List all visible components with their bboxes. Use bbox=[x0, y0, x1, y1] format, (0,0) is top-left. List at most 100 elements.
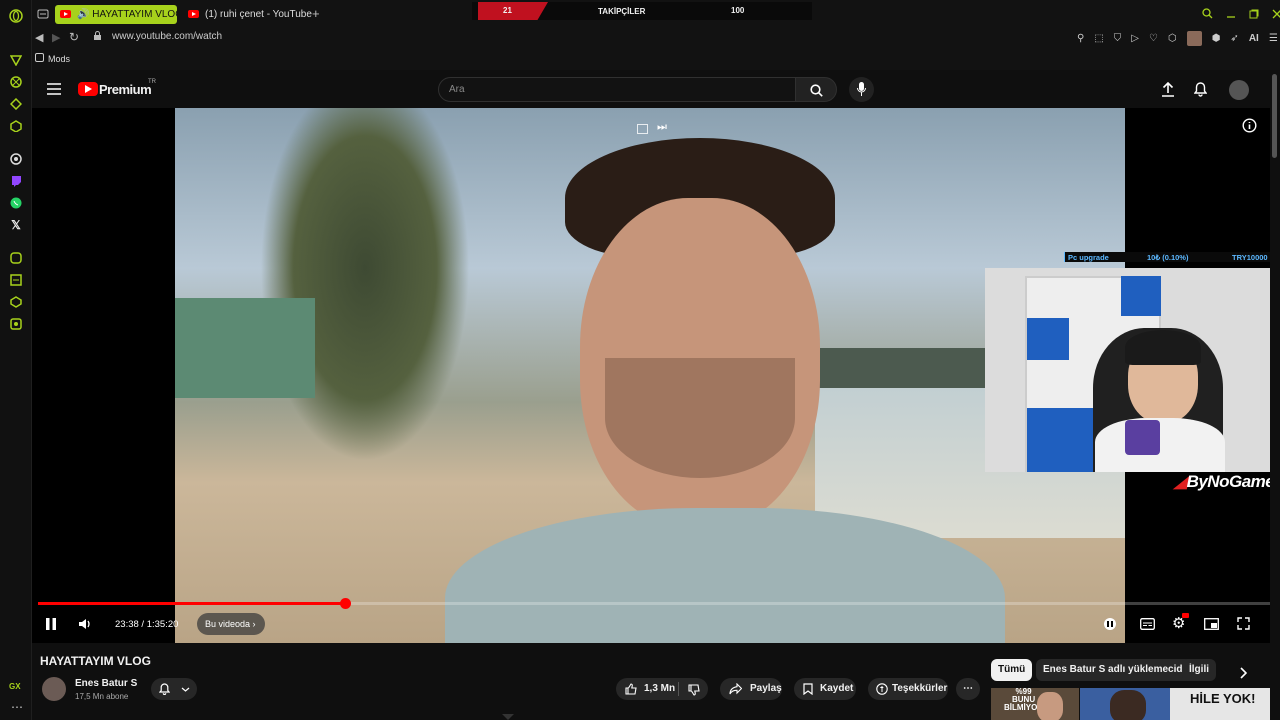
miniplayer-icon[interactable] bbox=[637, 124, 648, 134]
vpn-icon[interactable]: ⬢ bbox=[1212, 33, 1221, 44]
page-scrollbar[interactable] bbox=[1270, 70, 1280, 720]
streamer-shirt bbox=[1095, 418, 1225, 472]
share-icon bbox=[729, 683, 742, 695]
fullscreen-icon[interactable] bbox=[1237, 617, 1250, 630]
like-count: 1,3 Mn bbox=[644, 683, 676, 694]
forward-icon[interactable]: ▶ bbox=[52, 31, 60, 44]
whatsapp-icon[interactable] bbox=[8, 195, 24, 211]
goal-target: TRY10000 bbox=[1232, 253, 1268, 262]
logo-text[interactable]: Premium bbox=[99, 82, 152, 97]
tab-active[interactable]: 🔊 HAYATTAYIM VLOG - bbox=[55, 5, 177, 24]
recommended-thumbnail[interactable]: HİLE YOK! bbox=[1170, 688, 1280, 720]
hexagon-icon[interactable] bbox=[8, 118, 24, 134]
search-button[interactable] bbox=[795, 77, 837, 102]
gx-cleaner-icon[interactable] bbox=[8, 96, 24, 112]
youtube-logo-icon[interactable] bbox=[78, 82, 98, 96]
gx-corner-icon[interactable] bbox=[8, 74, 24, 90]
search-box[interactable]: Ara bbox=[438, 77, 796, 102]
cube-icon[interactable]: ⬡ bbox=[1168, 33, 1177, 44]
goal-progress-text: 10₺ (0.10%) bbox=[1147, 253, 1189, 262]
tab-label: (1) ruhi çenet - YouTube bbox=[205, 9, 312, 20]
shelf-box bbox=[1027, 318, 1069, 360]
reload-icon[interactable]: ↻ bbox=[69, 30, 79, 44]
subtitles-icon[interactable] bbox=[1140, 618, 1155, 630]
divider bbox=[678, 682, 679, 696]
like-button[interactable]: 1,3 Mn bbox=[616, 678, 676, 700]
bookmark-mods[interactable]: Mods bbox=[48, 54, 70, 64]
next-video-icon[interactable]: ⏭ bbox=[657, 121, 667, 134]
speaker-icon[interactable]: 🔊 bbox=[77, 9, 89, 20]
more-icon[interactable]: ⋯ bbox=[11, 700, 23, 714]
back-icon[interactable]: ◀ bbox=[35, 31, 43, 44]
opera-logo-icon[interactable] bbox=[8, 8, 24, 24]
recommended-thumbnail[interactable] bbox=[1080, 688, 1170, 720]
shield-icon[interactable]: ⛉ bbox=[1114, 33, 1122, 44]
settings-gear-icon[interactable]: ⚙ bbox=[1172, 613, 1189, 632]
follower-goal-bar: 21 TAKİPÇİLER 100 bbox=[472, 2, 812, 20]
chevron-right-icon[interactable] bbox=[1239, 667, 1247, 679]
super-thanks-icon bbox=[876, 683, 888, 695]
miniplayer-icon[interactable] bbox=[1204, 618, 1219, 630]
new-tab-button[interactable]: + bbox=[312, 6, 320, 21]
chapter-button[interactable]: Bu videoda › bbox=[197, 613, 265, 635]
profile-avatar[interactable] bbox=[1186, 31, 1202, 46]
upload-icon[interactable] bbox=[1161, 82, 1175, 97]
gx-mods-icon[interactable] bbox=[8, 272, 24, 288]
menu-icon[interactable]: ☰ bbox=[1269, 33, 1278, 44]
chip-all[interactable]: Tümü bbox=[991, 659, 1033, 681]
pin-icon[interactable]: ⚲ bbox=[1077, 33, 1084, 44]
twitch-icon[interactable] bbox=[8, 173, 24, 189]
hamburger-menu-icon[interactable] bbox=[47, 83, 61, 95]
search-icon[interactable] bbox=[1202, 8, 1213, 19]
close-icon[interactable] bbox=[1272, 9, 1280, 19]
window-controls bbox=[1202, 8, 1280, 19]
subscribed-button[interactable] bbox=[151, 678, 197, 700]
volume-icon[interactable] bbox=[78, 617, 92, 631]
chatgpt-icon[interactable] bbox=[8, 151, 24, 167]
chevron-down-icon bbox=[181, 687, 190, 692]
save-button[interactable]: Kaydet bbox=[794, 678, 856, 700]
thumbs-down-icon[interactable] bbox=[688, 684, 700, 696]
autoplay-toggle[interactable] bbox=[1104, 618, 1116, 630]
video-player[interactable]: ⏭ Pc upgrade 10₺ (0.10%) TRY10000 ◢ByNoG… bbox=[32, 108, 1280, 643]
account-avatar[interactable] bbox=[1229, 80, 1249, 100]
channel-avatar[interactable] bbox=[42, 677, 66, 701]
gx-control-icon[interactable] bbox=[8, 52, 24, 68]
settings-box-icon[interactable] bbox=[8, 316, 24, 332]
minimize-icon[interactable] bbox=[1226, 9, 1236, 19]
x-twitter-icon[interactable]: 𝕏 bbox=[8, 217, 24, 233]
like-dislike-group: 1,3 Mn bbox=[616, 678, 708, 700]
snapshot-icon[interactable]: ⬚ bbox=[1094, 33, 1103, 44]
restore-icon[interactable] bbox=[1249, 9, 1259, 19]
heart-icon[interactable]: ♡ bbox=[1149, 33, 1158, 44]
tab-island-icon[interactable] bbox=[36, 7, 50, 21]
share-button[interactable]: Paylaş bbox=[720, 678, 782, 700]
chip-related[interactable]: İlgili bbox=[1182, 659, 1216, 681]
video-frame[interactable]: ⏭ bbox=[175, 108, 1125, 643]
progress-bar[interactable] bbox=[38, 598, 1275, 609]
microphone-icon bbox=[857, 82, 866, 96]
voice-search-button[interactable] bbox=[849, 77, 874, 102]
search-icon bbox=[810, 84, 823, 97]
info-icon[interactable] bbox=[1242, 118, 1257, 133]
pause-icon[interactable] bbox=[46, 618, 56, 630]
tab-ruhi[interactable]: (1) ruhi çenet - YouTube bbox=[183, 5, 315, 24]
chip-from-uploader[interactable]: Enes Batur S adlı yüklemeciden bbox=[1036, 659, 1202, 681]
player-icon[interactable]: ▷ bbox=[1131, 33, 1139, 44]
gx-label: GX bbox=[9, 682, 21, 691]
search-input[interactable]: Ara bbox=[449, 84, 465, 95]
notifications-bell-icon[interactable] bbox=[1194, 82, 1207, 97]
scrubber-handle[interactable] bbox=[339, 598, 351, 609]
thanks-button[interactable]: Teşekkürler bbox=[868, 678, 948, 700]
send-icon[interactable]: ➶ bbox=[1230, 33, 1238, 44]
recommended-thumbnail[interactable]: %99 BUNU BİLMİYOR bbox=[991, 688, 1079, 720]
gx-games-icon[interactable] bbox=[8, 250, 24, 266]
aria-button[interactable]: AI bbox=[1249, 33, 1259, 44]
url-field[interactable]: www.youtube.com/watch bbox=[112, 31, 222, 42]
scrollbar-thumb[interactable] bbox=[1272, 74, 1277, 158]
channel-name[interactable]: Enes Batur S bbox=[75, 678, 137, 689]
more-actions-button[interactable]: ⋯ bbox=[956, 678, 980, 700]
expand-arrow-icon[interactable] bbox=[502, 714, 514, 720]
cube-icon[interactable] bbox=[8, 294, 24, 310]
lock-icon bbox=[93, 31, 102, 40]
